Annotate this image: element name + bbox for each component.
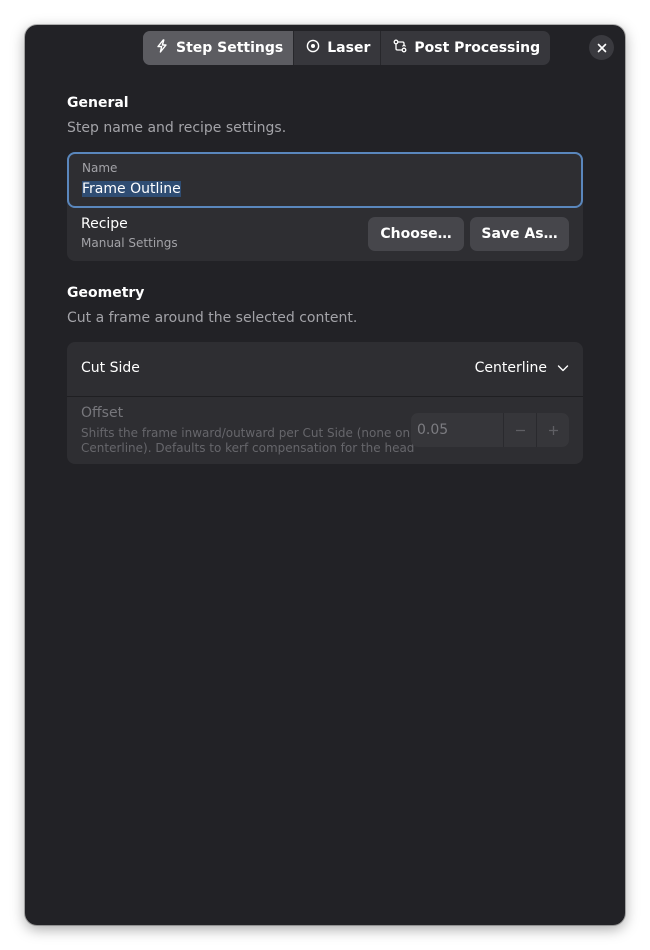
cut-side-row[interactable]: Cut Side Centerline <box>67 342 583 396</box>
general-group: Name Frame Outline Recipe Manual Setting… <box>67 152 583 261</box>
tab-post-processing[interactable]: Post Processing <box>380 31 550 65</box>
offset-description-line1: Shifts the frame inward/outward per Cut … <box>81 426 411 440</box>
chevron-down-icon <box>557 362 569 374</box>
cut-side-value: Centerline <box>474 360 547 376</box>
step-settings-dialog: Step Settings Laser Post Processing Gene… <box>25 25 625 925</box>
general-section-description: Step name and recipe settings. <box>67 120 287 136</box>
tab-label: Post Processing <box>414 40 541 56</box>
general-section-title: General <box>67 95 129 111</box>
offset-spinbutton[interactable]: 0.05 <box>411 413 569 447</box>
name-field-label: Name <box>82 161 118 175</box>
save-as-recipe-button[interactable]: Save As… <box>470 217 569 251</box>
close-icon <box>597 43 607 53</box>
recipe-subtitle: Manual Settings <box>81 236 178 250</box>
plus-icon <box>548 425 559 436</box>
cut-side-dropdown[interactable]: Centerline <box>475 360 569 376</box>
geometry-group: Cut Side Centerline Offset Shifts the fr… <box>67 342 583 464</box>
lightning-icon <box>155 39 169 57</box>
workflow-icon <box>393 39 407 57</box>
geometry-section-title: Geometry <box>67 285 145 301</box>
name-field[interactable]: Name Frame Outline <box>67 152 583 208</box>
name-input[interactable]: Frame Outline <box>81 178 563 200</box>
recipe-title: Recipe <box>81 216 128 232</box>
tab-label: Step Settings <box>176 40 284 56</box>
tab-label: Laser <box>327 40 371 56</box>
tab-laser[interactable]: Laser <box>293 31 380 65</box>
row-divider <box>67 396 583 397</box>
target-icon <box>306 39 320 57</box>
tab-bar: Step Settings Laser Post Processing <box>143 31 551 65</box>
offset-description-line2: Centerline). Defaults to kerf compensati… <box>81 441 415 455</box>
cut-side-label: Cut Side <box>81 360 140 376</box>
choose-recipe-button[interactable]: Choose… <box>368 217 464 251</box>
increment-button[interactable] <box>536 413 569 447</box>
decrement-button[interactable] <box>503 413 536 447</box>
minus-icon <box>515 425 526 436</box>
offset-value[interactable]: 0.05 <box>411 413 503 447</box>
offset-title: Offset <box>81 405 124 421</box>
close-button[interactable] <box>589 35 614 60</box>
name-input-value: Frame Outline <box>82 181 181 197</box>
geometry-section-description: Cut a frame around the selected content. <box>67 310 358 326</box>
tab-step-settings[interactable]: Step Settings <box>143 31 294 65</box>
